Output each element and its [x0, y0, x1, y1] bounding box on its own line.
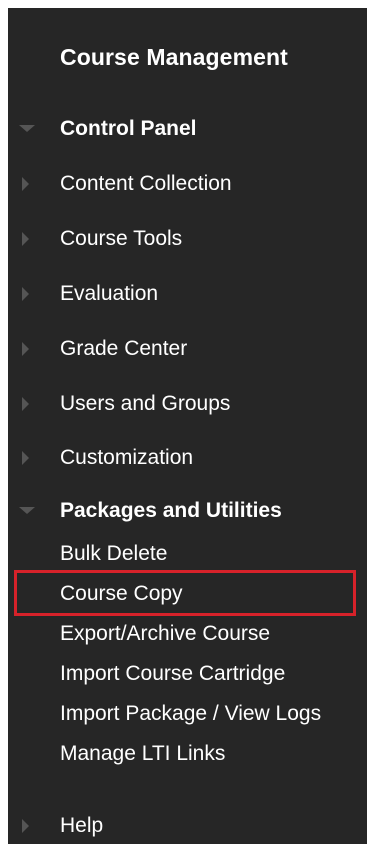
triangle-right-icon: [22, 819, 29, 833]
panel-title: Course Management: [60, 44, 288, 70]
section-course-tools[interactable]: Course Tools: [8, 219, 367, 259]
section-control-panel[interactable]: Control Panel: [8, 109, 367, 149]
section-label: Grade Center: [60, 337, 188, 360]
section-label: Users and Groups: [60, 392, 231, 415]
section-label: Control Panel: [60, 117, 197, 140]
section-evaluation[interactable]: Evaluation: [8, 274, 367, 314]
link-import-course-cartridge[interactable]: Import Course Cartridge: [60, 662, 285, 686]
course-management-panel: Course Management Control Panel Content …: [8, 8, 367, 844]
triangle-right-icon: [22, 451, 29, 465]
highlight-box: [14, 570, 356, 616]
section-label: Customization: [60, 446, 194, 469]
triangle-down-icon: [19, 507, 35, 514]
link-bulk-delete[interactable]: Bulk Delete: [60, 542, 167, 566]
link-export-archive-course[interactable]: Export/Archive Course: [60, 622, 270, 646]
triangle-right-icon: [22, 232, 29, 246]
triangle-right-icon: [22, 342, 29, 356]
section-label: Course Tools: [60, 227, 183, 250]
link-import-package-view-logs[interactable]: Import Package / View Logs: [60, 702, 321, 726]
section-grade-center[interactable]: Grade Center: [8, 329, 367, 369]
section-help[interactable]: Help: [8, 806, 367, 846]
triangle-down-icon: [19, 125, 35, 132]
section-label: Packages and Utilities: [60, 499, 282, 522]
section-packages-and-utilities[interactable]: Packages and Utilities: [8, 491, 367, 531]
section-label: Content Collection: [60, 172, 232, 195]
triangle-right-icon: [22, 397, 29, 411]
section-users-and-groups[interactable]: Users and Groups: [8, 384, 367, 424]
triangle-right-icon: [22, 177, 29, 191]
section-label: Evaluation: [60, 282, 159, 305]
link-manage-lti-links[interactable]: Manage LTI Links: [60, 742, 225, 766]
section-customization[interactable]: Customization: [8, 438, 367, 478]
section-content-collection[interactable]: Content Collection: [8, 164, 367, 204]
triangle-right-icon: [22, 287, 29, 301]
section-label: Help: [60, 814, 104, 837]
